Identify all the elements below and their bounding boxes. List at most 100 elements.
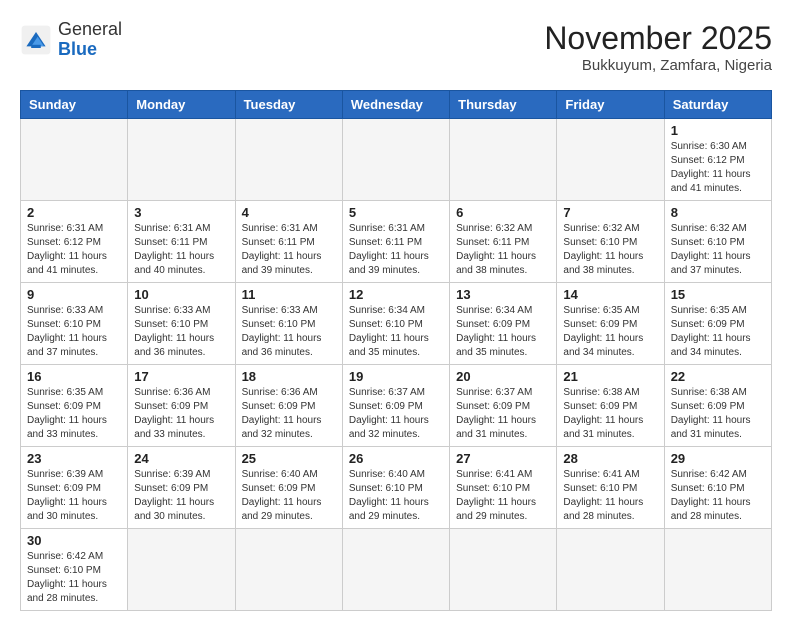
calendar-day: 29Sunrise: 6:42 AM Sunset: 6:10 PM Dayli… [664,447,771,529]
day-info: Sunrise: 6:35 AM Sunset: 6:09 PM Dayligh… [27,386,121,442]
day-number: 9 [27,287,121,302]
calendar-day: 18 Sunrise: 6:36 AM Sunset: 6:09 PM Dayli… [235,365,342,447]
day-info: Sunrise: 6:32 AM Sunset: 6:11 PM Dayligh… [456,222,550,278]
day-info: Sunrise: 6:41 AM Sunset: 6:10 PM Dayligh… [563,468,657,524]
logo-general: General [58,19,122,39]
day-info: Sunrise: 6:31 AM Sunset: 6:11 PM Dayligh… [242,222,336,278]
day-info: Sunrise: 6:38 AM Sunset: 6:09 PM Dayligh… [563,386,657,442]
calendar-day [235,529,342,611]
day-info: Sunrise: 6:35 AM Sunset: 6:09 PM Dayligh… [563,304,657,360]
day-number: 18 [242,369,336,384]
day-number: 30 [27,533,121,548]
calendar-day: 9 Sunrise: 6:33 AM Sunset: 6:10 PM Daylig… [21,283,128,365]
day-info: Sunrise: 6:31 AM Sunset: 6:12 PM Dayligh… [27,222,121,278]
day-number: 2 [27,205,121,220]
day-number: 26 [349,451,443,466]
day-number: 20 [456,369,550,384]
day-info: Sunrise: 6:32 AM Sunset: 6:10 PM Dayligh… [671,222,765,278]
day-number: 1 [671,123,765,138]
day-info: Sunrise: 6:42 AM Sunset: 6:10 PM Dayligh… [27,550,121,606]
calendar-week-row: 9 Sunrise: 6:33 AM Sunset: 6:10 PM Daylig… [21,283,772,365]
logo: General Blue [20,20,122,60]
weekday-header-row: Sunday Monday Tuesday Wednesday Thursday… [21,91,772,119]
day-number: 19 [349,369,443,384]
calendar-day: 21 Sunrise: 6:38 AM Sunset: 6:09 PM Dayli… [557,365,664,447]
calendar-week-row: 23 Sunrise: 6:39 AM Sunset: 6:09 PM Dayli… [21,447,772,529]
day-info: Sunrise: 6:34 AM Sunset: 6:10 PM Dayligh… [349,304,443,360]
calendar-day: 10 Sunrise: 6:33 AM Sunset: 6:10 PM Dayli… [128,283,235,365]
day-number: 10 [134,287,228,302]
calendar-week-row: 30 Sunrise: 6:42 AM Sunset: 6:10 PM Dayli… [21,529,772,611]
day-info: Sunrise: 6:33 AM Sunset: 6:10 PM Dayligh… [242,304,336,360]
day-number: 21 [563,369,657,384]
calendar-day: 13 Sunrise: 6:34 AM Sunset: 6:09 PM Dayli… [450,283,557,365]
calendar-day [342,529,449,611]
day-number: 17 [134,369,228,384]
page-header: General Blue November 2025 Bukkuyum, Zam… [20,20,772,74]
day-number: 22 [671,369,765,384]
day-number: 29 [671,451,765,466]
day-number: 27 [456,451,550,466]
calendar-day [21,119,128,201]
day-info: Sunrise: 6:33 AM Sunset: 6:10 PM Dayligh… [134,304,228,360]
calendar-day: 6 Sunrise: 6:32 AM Sunset: 6:11 PM Daylig… [450,201,557,283]
header-wednesday: Wednesday [342,91,449,119]
calendar-day: 23 Sunrise: 6:39 AM Sunset: 6:09 PM Dayli… [21,447,128,529]
day-info: Sunrise: 6:39 AM Sunset: 6:09 PM Dayligh… [134,468,228,524]
calendar-day [557,119,664,201]
day-number: 5 [349,205,443,220]
calendar-day: 15Sunrise: 6:35 AM Sunset: 6:09 PM Dayli… [664,283,771,365]
day-info: Sunrise: 6:40 AM Sunset: 6:09 PM Dayligh… [242,468,336,524]
location: Bukkuyum, Zamfara, Nigeria [544,57,772,74]
calendar-week-row: 16 Sunrise: 6:35 AM Sunset: 6:09 PM Dayli… [21,365,772,447]
calendar-day: 17 Sunrise: 6:36 AM Sunset: 6:09 PM Dayli… [128,365,235,447]
calendar-day: 4 Sunrise: 6:31 AM Sunset: 6:11 PM Daylig… [235,201,342,283]
calendar-day [450,119,557,201]
day-info: Sunrise: 6:40 AM Sunset: 6:10 PM Dayligh… [349,468,443,524]
calendar-day: 7Sunrise: 6:32 AM Sunset: 6:10 PM Daylig… [557,201,664,283]
header-saturday: Saturday [664,91,771,119]
day-number: 6 [456,205,550,220]
calendar-day: 19Sunrise: 6:37 AM Sunset: 6:09 PM Dayli… [342,365,449,447]
calendar-day: 1 Sunrise: 6:30 AM Sunset: 6:12 PM Daylig… [664,119,771,201]
day-number: 16 [27,369,121,384]
calendar-day: 30 Sunrise: 6:42 AM Sunset: 6:10 PM Dayli… [21,529,128,611]
logo-blue: Blue [58,39,97,59]
calendar-day [128,119,235,201]
day-number: 4 [242,205,336,220]
day-number: 3 [134,205,228,220]
day-number: 11 [242,287,336,302]
day-number: 23 [27,451,121,466]
day-info: Sunrise: 6:31 AM Sunset: 6:11 PM Dayligh… [349,222,443,278]
logo-icon [20,24,52,56]
day-info: Sunrise: 6:36 AM Sunset: 6:09 PM Dayligh… [242,386,336,442]
day-number: 24 [134,451,228,466]
calendar-day [342,119,449,201]
calendar-day: 22 Sunrise: 6:38 AM Sunset: 6:09 PM Dayli… [664,365,771,447]
day-number: 28 [563,451,657,466]
calendar-day [664,529,771,611]
day-number: 8 [671,205,765,220]
calendar-day: 24 Sunrise: 6:39 AM Sunset: 6:09 PM Dayli… [128,447,235,529]
calendar-week-row: 2 Sunrise: 6:31 AM Sunset: 6:12 PM Daylig… [21,201,772,283]
calendar-day [128,529,235,611]
day-info: Sunrise: 6:39 AM Sunset: 6:09 PM Dayligh… [27,468,121,524]
title-block: November 2025 Bukkuyum, Zamfara, Nigeria [544,20,772,74]
day-info: Sunrise: 6:36 AM Sunset: 6:09 PM Dayligh… [134,386,228,442]
day-info: Sunrise: 6:30 AM Sunset: 6:12 PM Dayligh… [671,140,765,196]
calendar-day: 5 Sunrise: 6:31 AM Sunset: 6:11 PM Daylig… [342,201,449,283]
calendar-day: 27Sunrise: 6:41 AM Sunset: 6:10 PM Dayli… [450,447,557,529]
calendar-day: 3 Sunrise: 6:31 AM Sunset: 6:11 PM Daylig… [128,201,235,283]
day-info: Sunrise: 6:31 AM Sunset: 6:11 PM Dayligh… [134,222,228,278]
calendar-day: 16 Sunrise: 6:35 AM Sunset: 6:09 PM Dayli… [21,365,128,447]
month-title: November 2025 [544,20,772,57]
day-info: Sunrise: 6:34 AM Sunset: 6:09 PM Dayligh… [456,304,550,360]
calendar-week-row: 1 Sunrise: 6:30 AM Sunset: 6:12 PM Daylig… [21,119,772,201]
day-info: Sunrise: 6:33 AM Sunset: 6:10 PM Dayligh… [27,304,121,360]
day-info: Sunrise: 6:32 AM Sunset: 6:10 PM Dayligh… [563,222,657,278]
day-info: Sunrise: 6:38 AM Sunset: 6:09 PM Dayligh… [671,386,765,442]
header-thursday: Thursday [450,91,557,119]
day-info: Sunrise: 6:37 AM Sunset: 6:09 PM Dayligh… [456,386,550,442]
day-number: 13 [456,287,550,302]
day-number: 15 [671,287,765,302]
